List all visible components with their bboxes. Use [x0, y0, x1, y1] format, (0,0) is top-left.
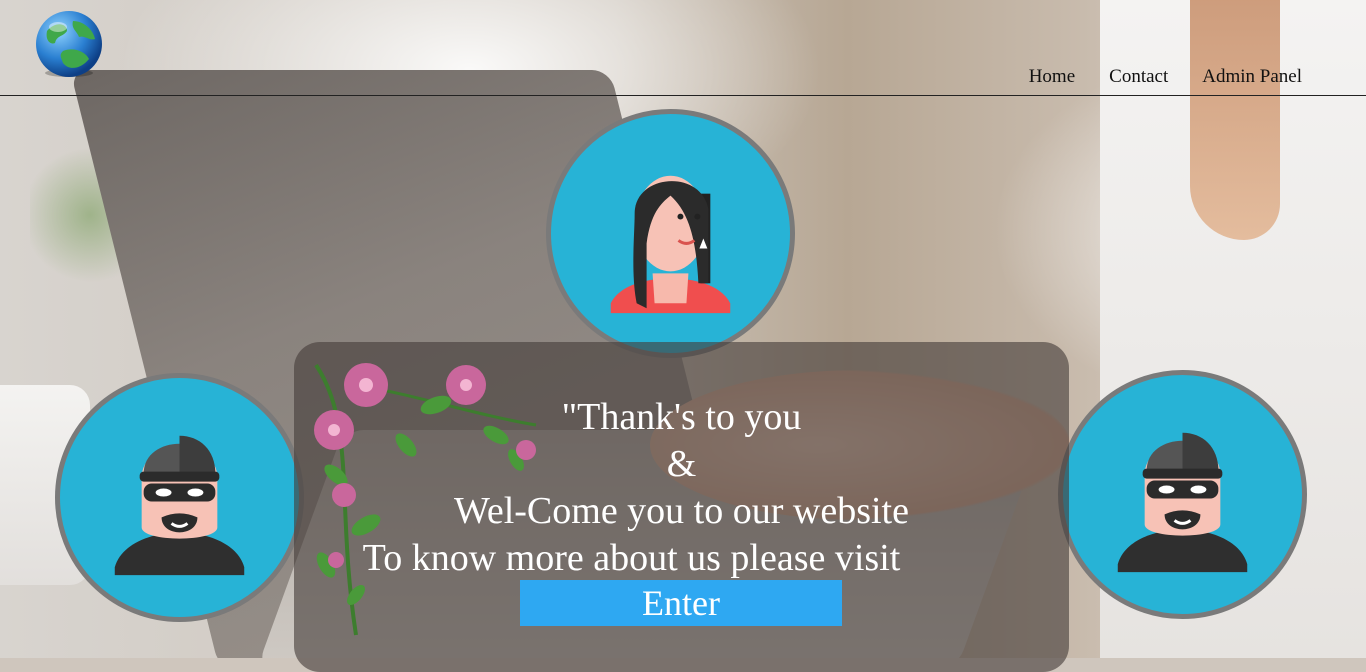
- enter-button[interactable]: Enter: [520, 580, 842, 626]
- main-nav: Home Contact Admin Panel: [1029, 66, 1302, 88]
- site-header: Home Contact Admin Panel: [0, 0, 1366, 96]
- nav-admin-panel-link[interactable]: Admin Panel: [1202, 66, 1302, 88]
- nav-home-link[interactable]: Home: [1029, 66, 1075, 88]
- message-line-4: To know more about us please visit: [362, 537, 901, 579]
- thief-avatar-icon: [1058, 370, 1307, 619]
- message-line-1: "Thank's to you: [561, 396, 802, 438]
- message-line-2: &: [666, 443, 697, 485]
- woman-avatar-icon: [546, 109, 795, 358]
- globe-icon[interactable]: [33, 11, 105, 79]
- nav-contact-link[interactable]: Contact: [1109, 66, 1168, 88]
- message-line-3: Wel-Come you to our website: [454, 490, 909, 532]
- thief-avatar-icon: [55, 373, 304, 622]
